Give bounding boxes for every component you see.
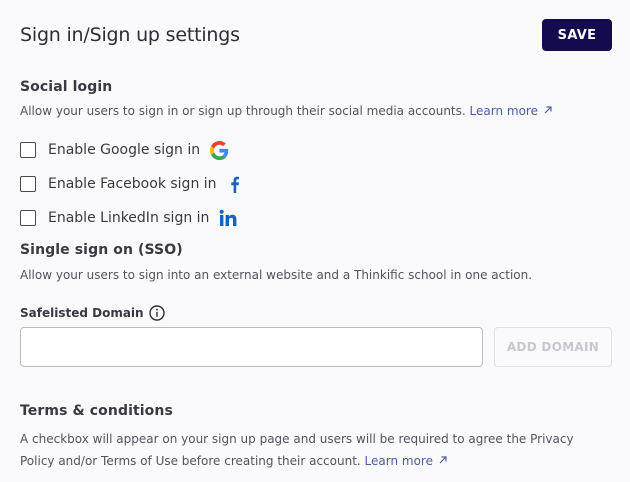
terms-description-text: A checkbox will appear on your sign up p…: [20, 432, 574, 468]
sso-heading: Single sign on (SSO): [20, 242, 183, 258]
learn-more-label: Learn more: [469, 104, 538, 118]
facebook-signin-option[interactable]: Enable Facebook sign in: [20, 174, 243, 194]
linkedin-icon: [219, 209, 237, 227]
google-signin-option[interactable]: Enable Google sign in: [20, 140, 229, 160]
google-signin-label: Enable Google sign in: [48, 142, 201, 158]
page-title: Sign in/Sign up settings: [20, 24, 240, 46]
facebook-signin-label: Enable Facebook sign in: [48, 176, 217, 192]
safelisted-domain-label: Safelisted Domain: [20, 305, 165, 321]
google-signin-checkbox[interactable]: [20, 142, 36, 158]
terms-learn-more-link[interactable]: Learn more: [365, 454, 448, 468]
social-login-heading: Social login: [20, 79, 113, 95]
sso-description: Allow your users to sign into an externa…: [20, 268, 533, 282]
info-icon[interactable]: [148, 305, 165, 321]
linkedin-signin-label: Enable LinkedIn sign in: [48, 210, 210, 226]
facebook-signin-checkbox[interactable]: [20, 176, 36, 192]
external-link-icon: [544, 106, 552, 114]
add-domain-button[interactable]: ADD DOMAIN: [494, 327, 612, 367]
social-login-description: Allow your users to sign in or sign up t…: [20, 100, 553, 122]
social-login-description-text: Allow your users to sign in or sign up t…: [20, 104, 466, 118]
save-button[interactable]: SAVE: [542, 19, 612, 51]
safelisted-domain-label-text: Safelisted Domain: [20, 306, 144, 320]
safelisted-domain-input[interactable]: [20, 327, 483, 367]
terms-heading: Terms & conditions: [20, 403, 173, 419]
terms-description: A checkbox will appear on your sign up p…: [20, 428, 610, 472]
learn-more-label: Learn more: [364, 454, 433, 468]
google-icon: [210, 140, 229, 160]
facebook-icon: [227, 175, 243, 193]
external-link-icon: [439, 456, 447, 464]
linkedin-signin-checkbox[interactable]: [20, 210, 36, 226]
social-login-learn-more-link[interactable]: Learn more: [470, 104, 553, 118]
linkedin-signin-option[interactable]: Enable LinkedIn sign in: [20, 208, 237, 228]
